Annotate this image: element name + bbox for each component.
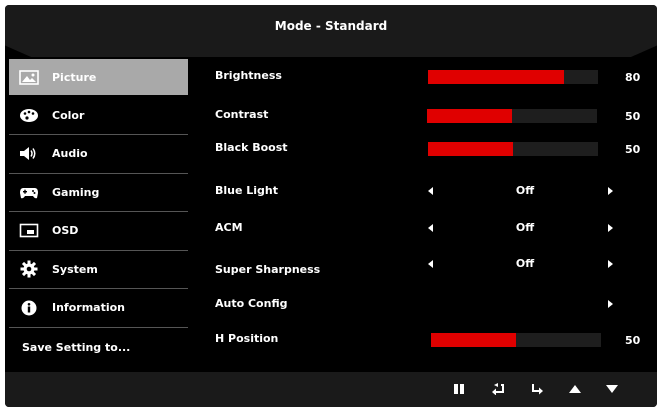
- brightness-slider[interactable]: [428, 70, 598, 84]
- blue-light-value: Off: [515, 184, 535, 197]
- sidebar-item-label: Gaming: [52, 185, 100, 199]
- auto-config-row[interactable]: Auto Config: [215, 295, 645, 315]
- contrast-slider-fill: [427, 109, 512, 123]
- black-boost-label: Black Boost: [215, 141, 288, 154]
- left-arrow-icon[interactable]: [428, 187, 433, 195]
- blue-light-label: Blue Light: [215, 184, 279, 197]
- sidebar-item-label: Audio: [52, 147, 88, 161]
- brightness-value: 80: [625, 71, 641, 84]
- mode-title: Mode - Standard: [274, 19, 388, 33]
- sidebar-item-label: System: [52, 262, 98, 276]
- sidebar-item-system[interactable]: System: [9, 251, 188, 289]
- sidebar-item-audio[interactable]: Audio: [9, 135, 188, 174]
- auto-config-label: Auto Config: [215, 297, 288, 310]
- right-arrow-icon[interactable]: [608, 300, 613, 308]
- gamepad-icon: [18, 183, 40, 201]
- h-position-label: H Position: [215, 332, 279, 345]
- palette-icon: [18, 106, 40, 124]
- h-position-slider[interactable]: [431, 333, 601, 347]
- contrast-slider[interactable]: [427, 109, 597, 123]
- sidebar-item-label: Information: [52, 301, 125, 315]
- super-sharpness-label: Super Sharpness: [215, 263, 321, 276]
- back-icon[interactable]: [490, 381, 506, 397]
- h-position-value: 50: [625, 334, 641, 347]
- sidebar-item-picture[interactable]: Picture: [9, 59, 188, 95]
- left-arrow-icon[interactable]: [428, 224, 433, 232]
- contrast-row[interactable]: Contrast 50: [215, 106, 645, 126]
- footer-button-bar: [5, 372, 657, 407]
- sidebar: Picture Color Audio Gaming OSD System In…: [9, 59, 188, 368]
- h-position-slider-fill: [431, 333, 516, 347]
- speaker-icon: [18, 145, 40, 163]
- right-arrow-icon[interactable]: [608, 187, 613, 195]
- info-icon: [18, 299, 40, 317]
- acm-row[interactable]: ACM Off: [215, 219, 645, 239]
- super-sharpness-row[interactable]: Super Sharpness Off: [215, 255, 645, 276]
- acm-value: Off: [515, 221, 535, 234]
- save-setting-button[interactable]: Save Setting to...: [9, 328, 188, 368]
- osd-window-icon: [18, 222, 40, 240]
- sidebar-item-label: Color: [52, 108, 85, 122]
- sidebar-item-gaming[interactable]: Gaming: [9, 174, 188, 212]
- down-arrow-icon[interactable]: [604, 381, 620, 397]
- brightness-slider-fill: [428, 70, 564, 84]
- sidebar-item-color[interactable]: Color: [9, 97, 188, 135]
- black-boost-slider-fill: [428, 142, 513, 156]
- picture-icon: [18, 68, 40, 86]
- sidebar-item-osd[interactable]: OSD: [9, 212, 188, 251]
- sidebar-item-label: OSD: [52, 224, 79, 238]
- gear-icon: [18, 260, 40, 278]
- sidebar-item-label: Picture: [52, 70, 97, 84]
- osd-menu: Mode - Standard Picture Color Audio Gami…: [5, 5, 657, 407]
- super-sharpness-value: Off: [515, 257, 535, 270]
- save-setting-label: Save Setting to...: [22, 341, 131, 354]
- brightness-row[interactable]: Brightness 80: [215, 67, 645, 87]
- left-arrow-icon[interactable]: [428, 260, 433, 268]
- black-boost-slider[interactable]: [428, 142, 598, 156]
- right-arrow-icon[interactable]: [608, 224, 613, 232]
- enter-icon[interactable]: [529, 381, 545, 397]
- pause-icon[interactable]: [451, 381, 467, 397]
- contrast-label: Contrast: [215, 108, 269, 121]
- black-boost-row[interactable]: Black Boost 50: [215, 139, 645, 159]
- up-arrow-icon[interactable]: [567, 381, 583, 397]
- sidebar-item-information[interactable]: Information: [9, 289, 188, 328]
- right-arrow-icon[interactable]: [608, 260, 613, 268]
- black-boost-value: 50: [625, 143, 641, 156]
- contrast-value: 50: [625, 110, 641, 123]
- blue-light-row[interactable]: Blue Light Off: [215, 182, 645, 202]
- brightness-label: Brightness: [215, 69, 282, 82]
- acm-label: ACM: [215, 221, 243, 234]
- h-position-row[interactable]: H Position 50: [215, 330, 645, 350]
